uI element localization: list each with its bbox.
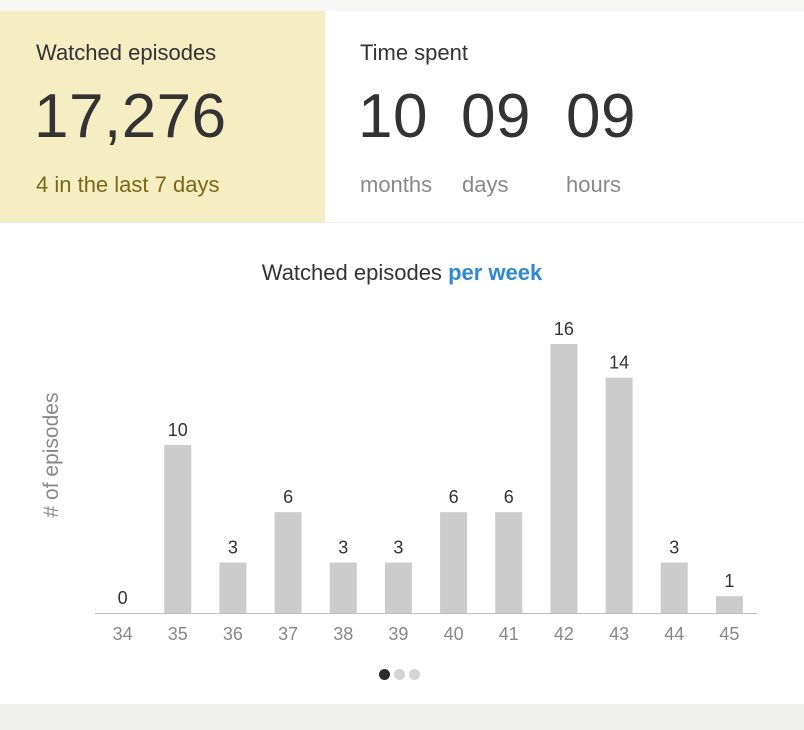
chart-title: Watched episodes per week (0, 260, 804, 286)
bar-week-39[interactable] (384, 562, 412, 613)
watched-episodes-card: Watched episodes 17,276 4 in the last 7 … (0, 11, 325, 222)
time-spent-label: Time spent (360, 40, 469, 65)
bar-week-42[interactable] (550, 344, 578, 613)
hours-value: 09 (566, 82, 636, 151)
bar-week-43[interactable] (605, 377, 633, 613)
days-value: 09 (461, 82, 531, 151)
data-label-week-38: 3 (338, 538, 348, 558)
hours-unit: hours (566, 172, 622, 197)
x-tick-label-39: 39 (388, 624, 408, 644)
bar-week-37[interactable] (274, 512, 302, 613)
page-dot-1[interactable] (379, 669, 390, 680)
y-axis-label: # of episodes (40, 393, 63, 518)
data-label-week-41: 6 (504, 487, 514, 507)
episodes-per-week-chart: # of episodes 0 34 10 35 3 36 6 37 3 38 3 39 6 40 6 41 16… (40, 319, 757, 644)
data-label-week-44: 3 (669, 538, 679, 558)
top-strip (0, 0, 804, 11)
bar-week-41[interactable] (495, 512, 523, 613)
x-tick-label-38: 38 (333, 624, 353, 644)
x-tick-label-37: 37 (278, 624, 298, 644)
section-divider (0, 222, 804, 223)
recent-episodes-text: 4 in the last 7 days (36, 172, 220, 197)
chart-title-prefix: Watched episodes (261, 260, 442, 285)
x-tick-label-42: 42 (554, 624, 574, 644)
data-label-week-40: 6 (449, 487, 459, 507)
x-tick-label-34: 34 (113, 624, 133, 644)
x-tick-label-45: 45 (719, 624, 739, 644)
bar-week-40[interactable] (440, 512, 468, 613)
data-label-week-43: 14 (609, 353, 629, 373)
data-label-week-45: 1 (724, 571, 734, 591)
watched-episodes-count: 17,276 (34, 82, 227, 151)
x-tick-label-44: 44 (664, 624, 684, 644)
page-dot-2[interactable] (394, 669, 405, 680)
months-value: 10 (358, 82, 428, 151)
bar-week-36[interactable] (219, 562, 247, 613)
days-unit: days (462, 172, 509, 197)
data-label-week-36: 3 (228, 538, 238, 558)
data-label-week-35: 10 (168, 420, 188, 440)
months-unit: months (360, 172, 433, 197)
time-spent-card: Time spent 10 09 09 months days hours (325, 11, 804, 222)
bar-week-38[interactable] (329, 562, 357, 613)
data-label-week-34: 0 (118, 588, 128, 608)
x-tick-label-35: 35 (168, 624, 188, 644)
chart-pager (379, 669, 420, 680)
watched-episodes-label: Watched episodes (36, 40, 217, 65)
footer-band (0, 704, 804, 730)
x-tick-label-40: 40 (444, 624, 464, 644)
data-label-week-37: 6 (283, 487, 293, 507)
per-week-toggle[interactable]: per week (448, 260, 542, 285)
x-tick-label-43: 43 (609, 624, 629, 644)
page-dot-3[interactable] (409, 669, 420, 680)
bar-week-35[interactable] (164, 444, 192, 613)
bar-week-44[interactable] (660, 562, 688, 613)
bar-week-45[interactable] (715, 596, 743, 613)
x-tick-label-41: 41 (499, 624, 519, 644)
data-label-week-39: 3 (393, 538, 403, 558)
x-tick-label-36: 36 (223, 624, 243, 644)
data-label-week-42: 16 (554, 319, 574, 339)
